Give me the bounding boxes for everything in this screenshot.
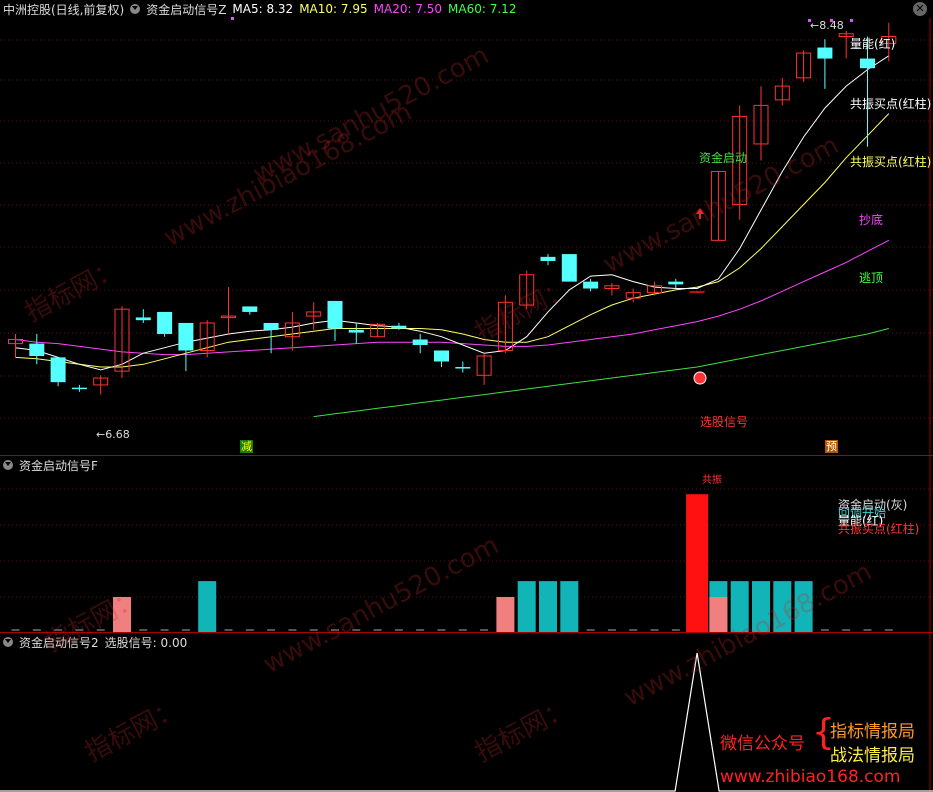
up-arrow-icon xyxy=(696,208,704,219)
candle-body xyxy=(263,322,279,330)
signal-bar xyxy=(560,581,579,632)
pre-marker: 预 xyxy=(825,440,838,453)
sub2-pane[interactable]: 资金启动信号2 选股信号: 0.00 微信公众号 { 指标情报局 战法情报局 w… xyxy=(0,633,933,792)
candle-body xyxy=(860,58,875,69)
candle-body xyxy=(412,339,428,345)
legend-bottom: 抄底 xyxy=(859,213,884,227)
candle-body xyxy=(327,300,343,329)
candle-body xyxy=(583,281,599,289)
candle-body xyxy=(71,387,87,390)
candle-body xyxy=(50,357,66,383)
candle-body xyxy=(817,47,833,59)
candle-body xyxy=(561,254,577,282)
signal-bar xyxy=(794,581,813,632)
signal-bar xyxy=(113,597,131,632)
candlestick-chart[interactable] xyxy=(0,0,933,455)
candle-body xyxy=(348,329,364,333)
select-signal-label: 选股信号 xyxy=(700,415,749,429)
sub1-pane[interactable]: 资金启动信号F 共振 资金启动(灰) 回调开始 量能(红) 共振买点(红柱) xyxy=(0,456,933,632)
candle-body xyxy=(434,350,449,362)
resonance-text: 共振 xyxy=(702,475,722,486)
signal-bar xyxy=(539,581,557,632)
signal-bar xyxy=(686,494,709,632)
signal-bar xyxy=(198,581,217,632)
candle-body xyxy=(689,291,705,293)
low-price-label: ←6.68 xyxy=(96,428,130,441)
high-price-label: ←8.48 xyxy=(810,19,844,32)
signal-bar xyxy=(709,597,728,632)
candle-body xyxy=(157,311,173,334)
ad-wechat: 微信公众号 xyxy=(720,734,805,754)
candle-body xyxy=(455,367,471,369)
marker-dot xyxy=(231,17,234,20)
candle-body xyxy=(29,343,45,356)
reduce-marker: 减 xyxy=(240,440,253,453)
legend-resonance-buy: 共振买点(红柱) xyxy=(838,522,920,536)
signal-bar xyxy=(496,597,515,632)
ma5-line xyxy=(15,55,890,371)
candle-body xyxy=(242,306,258,312)
signal-bar xyxy=(730,581,749,632)
candle-body xyxy=(135,317,151,321)
ma20-line xyxy=(15,239,890,356)
signal-bar xyxy=(752,581,770,632)
marker-dot xyxy=(850,19,853,22)
candle-body xyxy=(540,256,556,261)
legend-buy-yellow: 共振买点(红柱) xyxy=(850,155,932,169)
signal-ball-icon xyxy=(693,371,707,385)
legend-top: 逃顶 xyxy=(859,271,884,285)
main-chart-pane[interactable]: 中洲控股(日线,前复权) 资金启动信号Z MA5: 8.32 MA10: 7.9… xyxy=(0,0,933,455)
ma10-line xyxy=(15,113,890,368)
ad-url: www.zhibiao168.com xyxy=(720,767,901,787)
signal-start-label: 资金启动 xyxy=(699,151,748,165)
resonance-label: 共振 xyxy=(702,471,722,486)
high-price-value: 8.48 xyxy=(819,19,844,32)
low-price-value: 6.68 xyxy=(105,428,130,441)
candle-body xyxy=(178,322,194,351)
candle-body xyxy=(668,281,684,285)
ad-line1: 指标情报局 xyxy=(830,722,915,742)
ad-line2: 战法情报局 xyxy=(830,746,915,766)
signal-bar xyxy=(517,581,536,632)
candle-body xyxy=(391,325,407,329)
legend-volume: 量能(红) xyxy=(850,37,896,51)
legend-buy-white: 共振买点(红柱) xyxy=(850,97,932,111)
signal-bar-chart[interactable] xyxy=(0,456,933,632)
signal-bar xyxy=(773,581,792,632)
